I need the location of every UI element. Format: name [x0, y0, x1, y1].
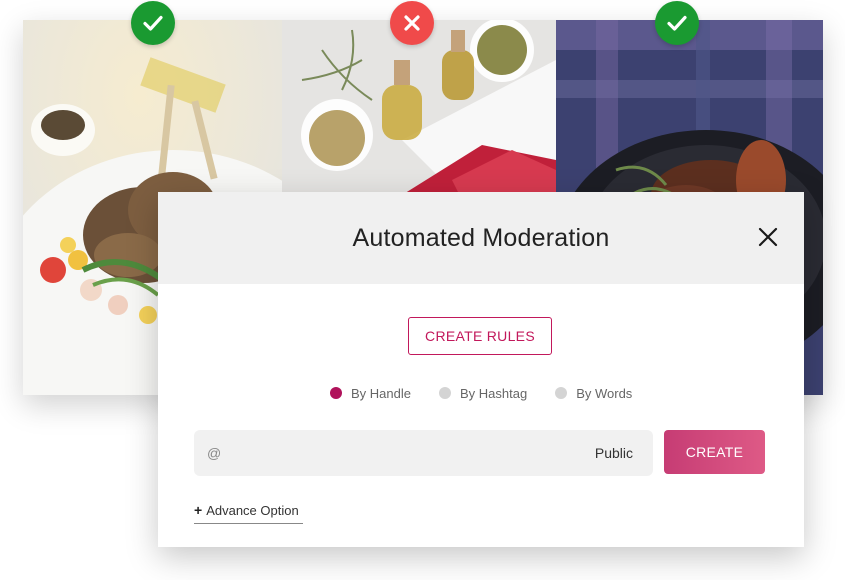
- rejected-close-icon: [390, 1, 434, 45]
- radio-indicator: [438, 387, 451, 399]
- automated-moderation-modal: Automated Moderation CREATE RULES By Han…: [158, 192, 804, 547]
- advance-option-link[interactable]: + Advance Option: [194, 500, 303, 524]
- radio-indicator: [555, 387, 568, 399]
- radio-by-words[interactable]: By Words: [555, 386, 632, 401]
- create-rules-button[interactable]: CREATE RULES: [408, 317, 552, 355]
- radio-label: By Hashtag: [459, 385, 528, 401]
- close-button[interactable]: [756, 225, 780, 249]
- close-icon: [758, 227, 778, 247]
- radio-by-handle[interactable]: By Handle: [330, 386, 411, 401]
- advance-option-label: Advance Option: [206, 502, 299, 518]
- at-sign-prefix: @: [207, 445, 222, 461]
- radio-label: By Handle: [351, 385, 411, 401]
- create-button[interactable]: CREATE: [664, 430, 765, 474]
- visibility-select[interactable]: Public: [595, 445, 633, 461]
- radio-indicator: [330, 387, 342, 399]
- approved-check-icon: [655, 1, 699, 45]
- radio-label: By Words: [576, 385, 633, 401]
- modal-title: Automated Moderation: [352, 223, 610, 252]
- handle-input[interactable]: [229, 444, 595, 462]
- handle-input-box: @ Public: [194, 430, 653, 476]
- approved-check-icon: [131, 1, 175, 45]
- radio-by-hashtag[interactable]: By Hashtag: [438, 385, 528, 401]
- modal-header: Automated Moderation: [158, 192, 804, 284]
- rule-type-radio-group: By Handle By Hashtag By Words: [330, 384, 632, 402]
- plus-icon: +: [194, 502, 203, 518]
